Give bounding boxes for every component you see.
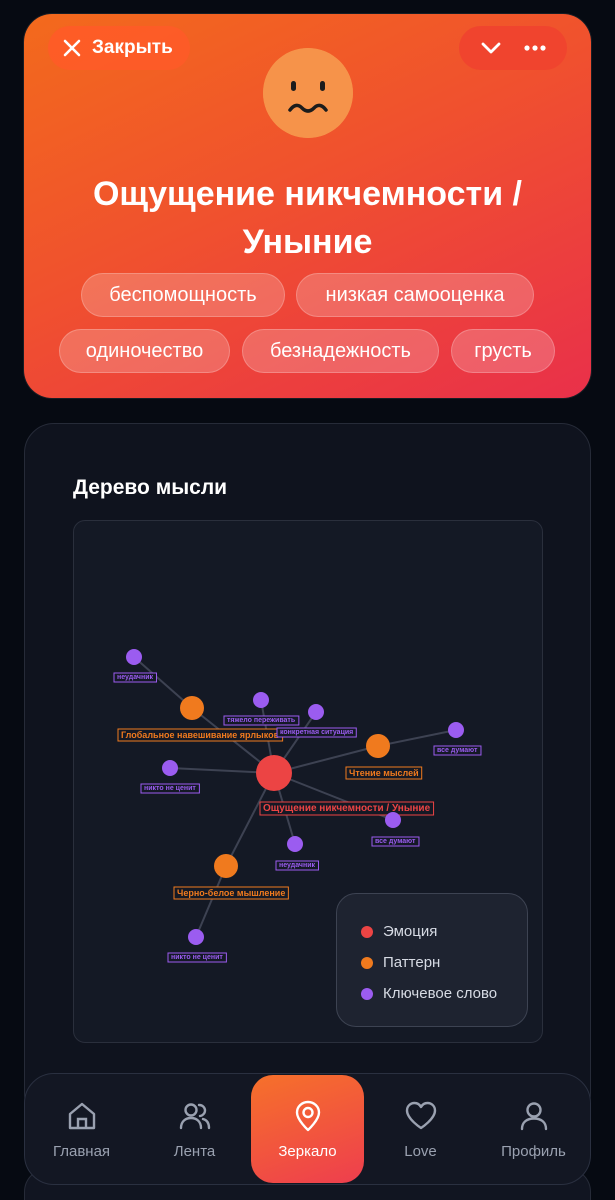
heart-icon <box>405 1101 436 1129</box>
chevron-down-icon[interactable] <box>479 36 503 60</box>
graph-node-label: Чтение мыслей <box>349 768 419 778</box>
legend-emotion-dot <box>361 925 373 938</box>
sad-face-icon <box>263 48 353 138</box>
tag-chip[interactable]: низкая самооценка <box>296 273 534 317</box>
thought-tree-graph[interactable]: Ощущение никчемности / Уныние Глобальное … <box>73 520 543 1043</box>
location-icon <box>295 1100 320 1131</box>
legend-keyword-dot <box>361 987 373 1000</box>
graph-node-emotion[interactable] <box>256 755 292 791</box>
section-title: Дерево мысли <box>73 476 228 499</box>
graph-node-label: конкретная ситуация <box>280 729 353 736</box>
graph-node-label: неудачник <box>279 862 316 869</box>
nav-item-profile[interactable]: Профиль <box>477 1074 590 1184</box>
graph-node-keyword[interactable] <box>287 836 303 852</box>
legend-item: Ключевое слово <box>361 978 527 1009</box>
graph-node-keyword[interactable] <box>448 722 464 738</box>
graph-node-label: никто не ценит <box>171 954 223 961</box>
close-button[interactable]: Закрыть <box>48 26 190 70</box>
nav-item-feed[interactable]: Лента <box>138 1074 251 1184</box>
emotion-header-card: Закрыть Ощущение никчемности / Уныние бе… <box>24 14 591 398</box>
thought-tree-card: Дерево мысли Ощущение никчемности / Унын… <box>24 423 591 1123</box>
bottom-navigation: Главная Лента Зеркало Love Профиль <box>24 1073 591 1185</box>
graph-node-keyword[interactable] <box>188 929 204 945</box>
close-label: Закрыть <box>92 37 173 58</box>
graph-node-pattern[interactable] <box>180 696 204 720</box>
graph-node-pattern[interactable] <box>214 854 238 878</box>
graph-node-pattern[interactable] <box>366 734 390 758</box>
graph-legend: Эмоция Паттерн Ключевое слово <box>336 893 528 1027</box>
tag-chip[interactable]: беспомощность <box>81 273 285 317</box>
graph-node-keyword[interactable] <box>126 649 142 665</box>
user-icon <box>520 1101 547 1130</box>
graph-node-label: никто не ценит <box>144 785 196 792</box>
graph-node-label: все думают <box>375 838 416 845</box>
graph-node-label: неудачник <box>117 674 154 681</box>
tag-chip[interactable]: безнадежность <box>242 329 439 373</box>
emotion-title: Ощущение никчемности / Уныние <box>92 175 522 261</box>
graph-node-label: тяжело переживать <box>227 717 296 724</box>
graph-node-label: все думают <box>437 747 478 754</box>
graph-node-label: Черно-белое мышление <box>177 888 285 898</box>
graph-node-keyword[interactable] <box>162 760 178 776</box>
tag-chip[interactable]: грусть <box>451 329 555 373</box>
graph-node-label: Ощущение никчемности / Уныние <box>263 803 431 814</box>
top-actions <box>459 26 567 70</box>
more-icon[interactable] <box>523 36 547 60</box>
graph-node-keyword[interactable] <box>308 704 324 720</box>
close-icon <box>63 39 81 57</box>
legend-pattern-dot <box>361 956 373 969</box>
users-icon <box>179 1102 210 1129</box>
legend-item: Паттерн <box>361 947 527 978</box>
tag-chip[interactable]: одиночество <box>59 329 230 373</box>
home-icon <box>68 1102 95 1129</box>
graph-node-label: Глобальное навешивание ярлыков <box>121 730 280 740</box>
legend-item: Эмоция <box>361 916 527 947</box>
nav-item-home[interactable]: Главная <box>25 1074 138 1184</box>
graph-node-keyword[interactable] <box>385 812 401 828</box>
nav-item-mirror[interactable]: Зеркало <box>251 1075 364 1183</box>
nav-item-love[interactable]: Love <box>364 1074 477 1184</box>
graph-node-keyword[interactable] <box>253 692 269 708</box>
